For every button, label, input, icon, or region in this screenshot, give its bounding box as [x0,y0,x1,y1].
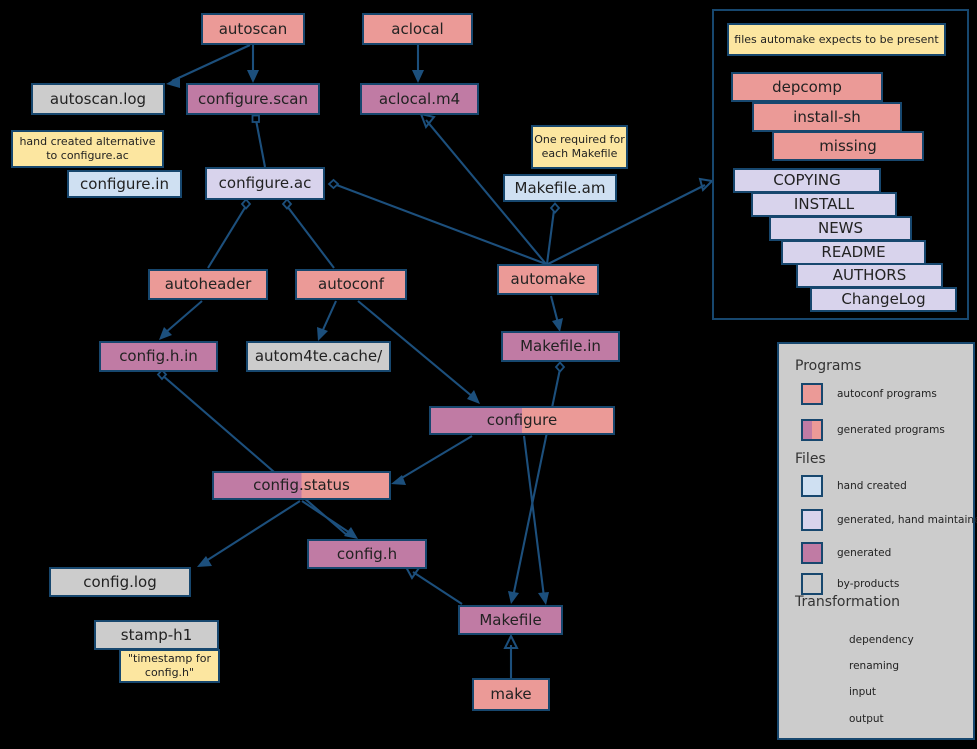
legend-transform-label-dependency: dependency [849,634,914,646]
edge-autoconf-to-autom4te-cache [317,300,337,341]
node-depcomp: depcomp [731,72,883,102]
legend-swatch-label: generated [837,547,892,559]
edge-aclocal-to-aclocal-m4 [412,45,424,83]
node-timestamp_note: "timestamp for config.h" [119,649,220,683]
legend-swatch-label: generated, hand maintained [837,514,977,526]
legend-swatch-prog-icon [801,383,823,405]
node-aclocal: aclocal [362,13,473,45]
legend-swatch-hand-icon [801,475,823,497]
legend-panel: Programs Files Transformation autoconf prog… [777,342,977,740]
edge-autoscan-to-autoscan-log [166,44,251,88]
node-makefile_am: Makefile.am [503,174,617,202]
legend-heading-files: Files [795,451,826,467]
legend-swatch-byprod-icon [801,573,823,595]
legend-swatch-row-generated-hand-maintained: generated, hand maintained [801,509,977,531]
legend-swatch-label: hand created [837,480,907,492]
legend-transform-label-input: input [849,686,877,698]
node-config_h_in: config.h.in [99,341,218,372]
node-news: NEWS [769,216,912,241]
node-one_req_note: One required for each Makefile [531,125,628,169]
node-makefile: Makefile [458,605,563,635]
edge-config-status-to-config-log [197,500,301,567]
node-automake: automake [497,264,599,295]
node-authors: AUTHORS [796,263,943,288]
node-config_status: config.status [212,471,391,500]
node-config_h: config.h [307,539,427,569]
legend-swatch-label: by-products [837,578,900,590]
node-autom4te_cache: autom4te.cache/ [246,341,391,372]
legend-swatch-row-generated: generated [801,542,891,564]
node-makefile_in: Makefile.in [501,331,620,362]
legend-swatch-row-generated-programs: generated programs [801,419,945,441]
legend-swatch-row-hand-created: hand created [801,475,907,497]
node-configure: configure [429,406,615,435]
edge-config-status-to-config-h [301,500,358,539]
node-configure_ac: configure.ac [205,167,325,200]
legend-swatch-label: generated programs [837,424,945,436]
node-autoscan_log: autoscan.log [31,83,165,115]
legend-heading-programs: Programs [795,358,862,374]
node-copying: COPYING [733,168,881,193]
legend-swatch-genmaint-icon [801,509,823,531]
edge-autoheader-to-config-h-in [159,300,203,340]
node-install-sh: install-sh [752,102,902,132]
autotools-diagram: autoscan aclocal autoscan.log configure.sca… [0,0,977,749]
legend-swatch-row-autoconf-programs: autoconf programs [801,383,937,405]
edge-makefile-in-to-makefile [508,361,566,604]
edge-makefile-am-to-automake [545,202,561,265]
node-changelog: ChangeLog [810,287,957,312]
node-hand_alt_note: hand created alternative to configure.ac [11,130,164,168]
edge-configure-ac-to-autoconf [281,198,335,269]
node-stamp_h1: stamp-h1 [94,620,219,650]
node-autoconf: autoconf [295,269,407,300]
edge-configure-scan-to-configure-ac [251,114,267,168]
node-autoheader: autoheader [148,269,268,300]
automake-expected-files-note: files automake expects to be present [727,23,946,56]
node-configure_in: configure.in [67,170,182,198]
node-autoscan: autoscan [201,13,305,45]
legend-swatch-gen-icon [801,542,823,564]
edge-configure-to-config-status [391,435,473,485]
edge-autoscan-to-configure-scan [247,45,259,83]
edge-automake-to-makefile-in [549,295,563,332]
node-missing: missing [772,131,924,161]
edge-configure-ac-to-autoheader [207,198,252,269]
node-readme: README [781,240,926,265]
legend-swatch-label: autoconf programs [837,388,937,400]
edge-config-h-in-to-config-h [156,368,349,537]
edge-make-to-makefile [503,633,519,678]
edge-config-h-to-makefile [404,565,463,605]
legend-transform-label-renaming: renaming [849,660,900,672]
edge-configure-to-makefile [522,435,549,605]
node-configure_scan: configure.scan [186,83,320,115]
legend-swatch-row-by-products: by-products [801,573,899,595]
legend-heading-transformation: Transformation [795,594,901,610]
node-install: INSTALL [751,192,897,217]
node-config_log: config.log [49,567,191,597]
legend-swatch-genprog-icon [801,419,823,441]
node-aclocal_m4: aclocal.m4 [360,83,479,115]
node-make: make [472,678,550,711]
legend-transform-label-output: output [849,713,884,725]
